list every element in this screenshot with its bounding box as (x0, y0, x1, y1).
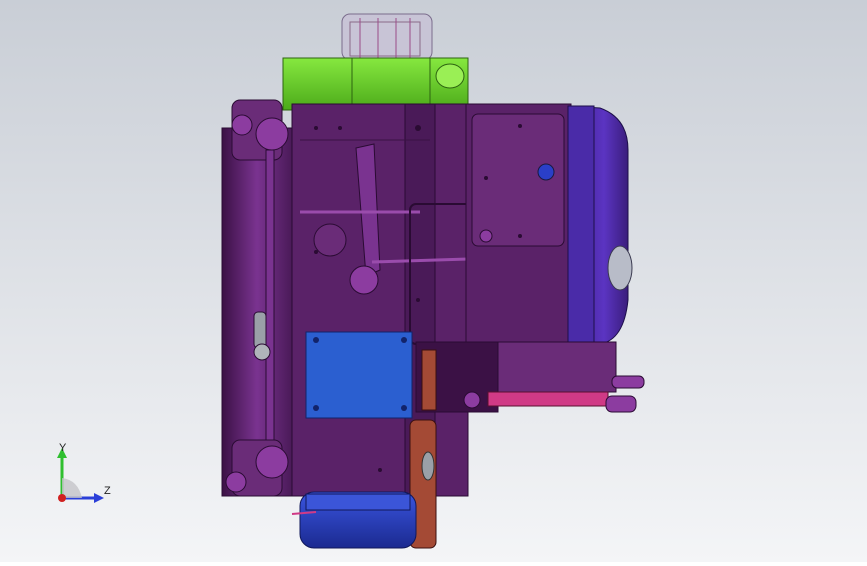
lower-mechanism[interactable] (415, 341, 645, 413)
motor-body[interactable] (465, 103, 633, 345)
z-axis-label: Z (104, 485, 111, 497)
left-frame[interactable] (221, 99, 293, 497)
bottom-tank[interactable] (291, 491, 417, 549)
blue-panel[interactable] (305, 331, 413, 419)
green-top-block[interactable] (282, 57, 469, 111)
y-axis-label: Y (59, 442, 67, 454)
graphics-viewport[interactable]: Y Z (0, 0, 867, 562)
cad-model[interactable] (0, 0, 867, 562)
coordinate-triad: Y Z (50, 440, 120, 510)
pulley[interactable] (421, 451, 435, 481)
top-cap[interactable] (341, 13, 433, 61)
